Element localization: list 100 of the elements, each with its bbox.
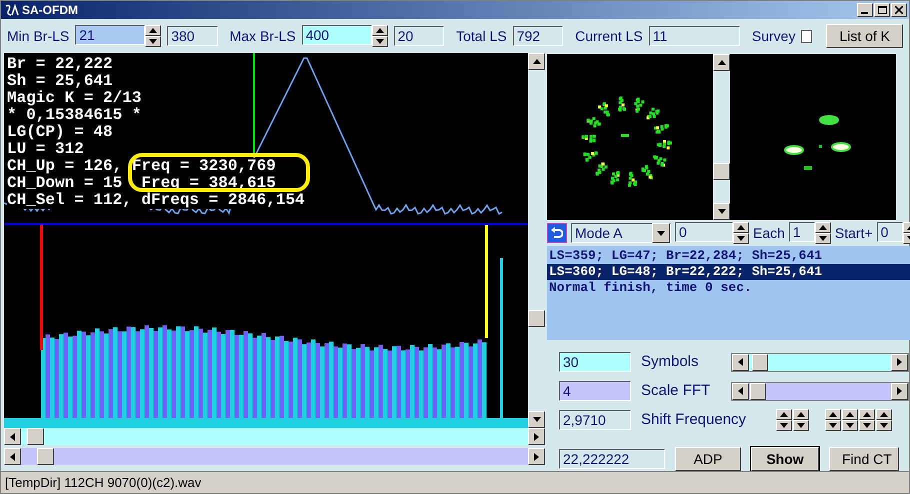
scroll-right-button[interactable] [891,354,908,370]
spin-down-button[interactable] [793,420,810,431]
spin-down-button[interactable] [814,233,831,244]
spin-up-button[interactable] [814,222,831,233]
spin-up-button[interactable] [842,409,858,420]
scroll-down-button[interactable] [528,411,545,428]
scrollbar-thumb[interactable] [27,428,44,445]
value-field[interactable]: 2,9710 [559,410,631,430]
scroll-left-button[interactable] [732,354,749,370]
undo-icon [551,227,563,239]
up-arrow-icon [818,225,827,230]
up-arrow-icon [737,225,745,230]
scrollbar-thumb[interactable] [713,163,730,180]
field-label: Current LS [575,28,643,44]
value-field[interactable]: 30 [559,352,631,372]
spin-up-button[interactable] [825,409,842,420]
scrollbar-thumb[interactable] [528,310,545,327]
scroll-right-button[interactable] [528,448,545,465]
log-item[interactable]: Normal finish, time 0 sec. [547,280,910,296]
scroll-right-button[interactable] [528,428,545,445]
horizontal-scrollbar[interactable] [4,428,545,445]
spin-down-button[interactable] [876,420,892,431]
constellation-drawing [782,113,854,173]
value-field[interactable]: 792 [512,26,564,46]
dropdown-arrow-icon [657,230,665,236]
spin-field[interactable]: 0 [876,222,903,242]
app-logo-icon [3,2,19,18]
mode-dropdown[interactable]: Mode A [571,223,671,243]
horizontal-scrollbar[interactable] [4,448,545,465]
up-arrow-icon [718,60,726,65]
down-arrow-icon [818,236,827,241]
left-arrow-icon [738,387,743,395]
maximize-button[interactable] [874,3,890,17]
spin-down-button[interactable] [842,420,858,431]
log-item[interactable]: LS=359; LG=47; Br=22,284; Sh=25,641 [547,248,910,264]
vertical-scrollbar[interactable] [713,54,730,220]
right-arrow-icon [534,432,539,440]
field-label: Max Br-LS [230,28,296,44]
scrollbar-thumb[interactable] [37,448,54,465]
slider-track[interactable] [731,382,909,400]
log-item[interactable]: LS=360; LG=48; Br=22,222; Sh=25,641 [547,264,910,280]
action-button[interactable]: ADP [675,447,741,471]
spin-up-button[interactable] [372,25,388,36]
spin-up-button[interactable] [859,409,876,420]
up-arrow-icon [149,28,158,33]
value-field[interactable]: 20 [394,26,444,46]
status-text: [TempDir] 112CH 9070(0)(c2).wav [5,475,202,490]
vertical-scrollbar[interactable] [528,53,545,428]
value-field[interactable]: 380 [167,26,218,46]
spin-down-button[interactable] [776,420,792,431]
spin-down-button[interactable] [145,36,162,47]
scroll-left-button[interactable] [4,428,21,445]
spin-field[interactable]: 21 [75,25,146,45]
minimize-button[interactable] [857,3,873,17]
field-label: Scale FFT [641,382,712,400]
undo-button[interactable] [547,223,567,243]
spin-up-button[interactable] [776,409,792,420]
scroll-up-button[interactable] [713,54,730,71]
scroll-left-button[interactable] [732,382,749,400]
up-arrow-icon [532,59,540,64]
slider-thumb[interactable] [752,354,768,370]
left-arrow-icon [738,358,743,366]
spin-up-button[interactable] [876,409,892,420]
spin-up-button[interactable] [793,409,810,420]
spin-field[interactable]: 1 [788,222,815,242]
spin-down-button[interactable] [372,36,388,47]
down-arrow-icon [532,417,540,422]
scroll-right-button[interactable] [891,382,908,400]
down-arrow-icon [737,236,745,241]
value-field[interactable]: 11 [648,26,740,46]
spin-down-button[interactable] [825,420,842,431]
field-label: Symbols [641,353,700,371]
spin-down-button[interactable] [859,420,876,431]
value-field[interactable]: 22,222222 [559,449,665,469]
close-icon [895,6,903,14]
spin-up-button[interactable] [733,222,749,233]
spin-down-button[interactable] [733,233,749,244]
right-arrow-icon [534,452,539,460]
down-arrow-icon [149,39,158,44]
spin-field[interactable]: 0 [675,222,733,242]
scroll-left-button[interactable] [4,448,21,465]
value-field[interactable]: 4 [559,381,631,401]
list-button[interactable]: List of K [826,24,904,48]
field-label: Total LS [456,28,507,44]
scroll-up-button[interactable] [528,53,545,70]
field-label: Min Br-LS [7,28,70,44]
spin-field[interactable]: 400 [302,25,372,45]
slider-thumb[interactable] [750,382,766,400]
spin-up-button[interactable] [145,25,162,36]
field-label: Each [753,225,785,241]
slider-track[interactable] [731,352,909,372]
right-arrow-icon [897,387,902,395]
scroll-down-button[interactable] [713,203,730,220]
close-button[interactable] [891,3,907,17]
checkbox[interactable] [801,30,812,42]
field-label: Survey [752,28,796,44]
window-title: SA-OFDM [22,3,78,17]
left-arrow-icon [10,452,15,460]
action-button[interactable]: Show [751,447,819,471]
action-button[interactable]: Find CT [829,447,899,471]
